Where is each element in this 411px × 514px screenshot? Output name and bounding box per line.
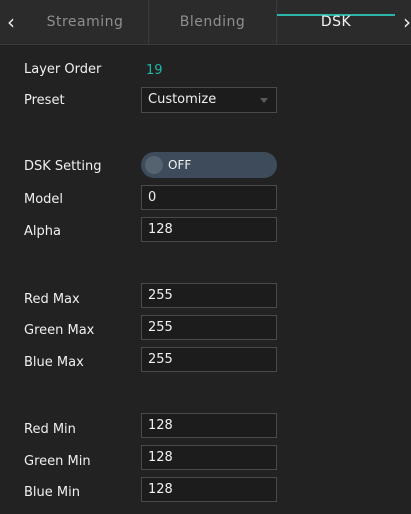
layer-order-value: 19 xyxy=(146,63,163,78)
alpha-label: Alpha xyxy=(24,224,61,239)
green-min-label: Green Min xyxy=(24,454,91,469)
dsk-setting-toggle[interactable]: OFF xyxy=(141,152,277,178)
preset-label: Preset xyxy=(24,93,65,108)
red-min-label: Red Min xyxy=(24,422,76,437)
chevron-left-icon[interactable]: ‹ xyxy=(4,10,18,34)
toggle-knob xyxy=(145,156,163,174)
layer-order-label: Layer Order xyxy=(24,62,102,77)
tab-bar: ‹ Streaming Blending DSK › xyxy=(0,0,411,45)
tab-blending[interactable]: Blending xyxy=(149,0,277,44)
model-field[interactable]: 0 xyxy=(141,185,277,210)
red-max-label: Red Max xyxy=(24,292,80,307)
blue-min-field[interactable]: 128 xyxy=(141,477,277,502)
blue-max-label: Blue Max xyxy=(24,355,84,370)
blue-max-field[interactable]: 255 xyxy=(141,347,277,372)
red-max-field[interactable]: 255 xyxy=(141,283,277,308)
red-min-field[interactable]: 128 xyxy=(141,413,277,438)
blue-min-label: Blue Min xyxy=(24,485,80,500)
toggle-state-label: OFF xyxy=(168,158,192,172)
green-max-label: Green Max xyxy=(24,323,95,338)
caret-down-icon xyxy=(260,98,268,103)
green-max-field[interactable]: 255 xyxy=(141,315,277,340)
tab-streaming[interactable]: Streaming xyxy=(22,0,149,44)
green-min-field[interactable]: 128 xyxy=(141,445,277,470)
dsk-setting-label: DSK Setting xyxy=(24,159,102,174)
alpha-field[interactable]: 128 xyxy=(141,217,277,242)
tab-dsk[interactable]: DSK xyxy=(277,0,395,44)
model-label: Model xyxy=(24,192,64,207)
chevron-right-icon[interactable]: › xyxy=(400,10,411,34)
preset-value: Customize xyxy=(148,92,217,107)
preset-select[interactable]: Customize xyxy=(141,87,277,113)
